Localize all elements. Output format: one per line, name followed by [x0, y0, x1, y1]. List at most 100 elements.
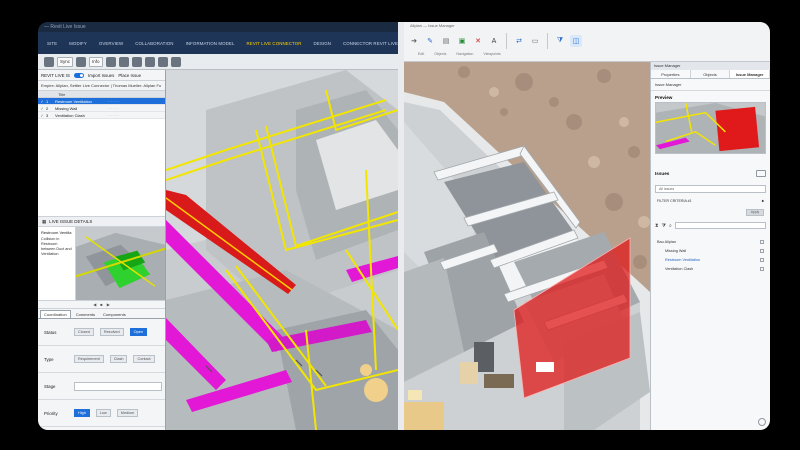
- status-open-option[interactable]: Open: [129, 328, 147, 336]
- priority-high-option[interactable]: High: [74, 409, 90, 417]
- left-3d-viewport[interactable]: [166, 70, 398, 430]
- tree-checkbox[interactable]: [760, 239, 764, 244]
- tab-issue-manager[interactable]: Issue Manager: [730, 70, 770, 78]
- tab-modify[interactable]: MODIFY: [64, 41, 92, 46]
- priority-low-option[interactable]: Low: [95, 409, 111, 417]
- stage-label: Stage: [44, 383, 56, 389]
- cube-icon[interactable]: [105, 56, 116, 67]
- tree-root[interactable]: Bau Allplan: [657, 237, 764, 246]
- issues-header: Issues: [651, 170, 770, 177]
- ribbon-tabs: SITE MODIFY OVERVIEW COLLABORATION INFOR…: [38, 32, 413, 54]
- tab-connector-revit-live[interactable]: CONNECTOR REVIT LIVE: [338, 41, 403, 46]
- live-issue-panel: REVIT LIVE IS Import Issues Place Issue …: [38, 70, 166, 430]
- filter-icon[interactable]: ⧩: [662, 223, 666, 229]
- right-toolbar: Allplan — Issue Manager ➔ ✎ ▤ ▣ ✕ A ⇄ ▭ …: [404, 22, 770, 62]
- toolbar-separator: [547, 33, 548, 49]
- tree-item[interactable]: Ventilation Clash: [657, 264, 764, 273]
- filter-criteria-label: FILTER CRITERIA #1: [657, 199, 692, 203]
- type-contact-option[interactable]: Contact: [133, 355, 155, 363]
- sync-button[interactable]: Sync: [57, 56, 74, 67]
- tab-information-model[interactable]: INFORMATION MODEL: [181, 41, 240, 46]
- view-icon[interactable]: [131, 56, 142, 67]
- issues-column-header: Title: [38, 91, 165, 98]
- tab-design[interactable]: DESIGN: [309, 41, 336, 46]
- filter-icon[interactable]: [157, 56, 168, 67]
- issue-detail-title: Restroom Ventila: [41, 230, 72, 235]
- detail-sub-tabs: Coordination Comments Components: [38, 309, 165, 319]
- group-navigation: Navigation: [456, 52, 474, 56]
- search-input[interactable]: [674, 222, 766, 229]
- delete-icon[interactable]: ✕: [472, 35, 484, 47]
- text-icon[interactable]: A: [488, 35, 500, 47]
- tree-checkbox[interactable]: [760, 266, 764, 271]
- toolbar-group-labels: Edit Objects Navigation Viewpoints: [404, 52, 770, 56]
- box-icon[interactable]: ▭: [529, 35, 541, 47]
- hourglass-icon[interactable]: ⧗: [655, 223, 659, 229]
- issue-manager-tabs: Properties Objects Issue Manager: [651, 70, 770, 79]
- info-button[interactable]: Info: [89, 56, 103, 67]
- type-clash-option[interactable]: Clash: [109, 355, 128, 363]
- status-resolved-option[interactable]: Resolved: [99, 328, 124, 336]
- preview-label: Preview: [655, 95, 673, 100]
- tree-item-label: Ventilation Clash: [665, 266, 694, 271]
- settings-icon[interactable]: [758, 418, 766, 426]
- apply-button[interactable]: Apply: [746, 209, 764, 216]
- live-toggle[interactable]: [73, 72, 84, 78]
- layers-icon[interactable]: [170, 56, 181, 67]
- issue-manager-title: Issue Manager: [651, 62, 770, 70]
- tree-item-label: Restroom Ventilation: [665, 257, 701, 262]
- tab-collaboration[interactable]: COLLABORATION: [130, 41, 178, 46]
- issue-row[interactable]: ✓ 2 Missing Wall ·····: [38, 105, 165, 112]
- details-icon: ▦: [42, 218, 47, 224]
- right-3d-viewport[interactable]: [404, 62, 650, 430]
- next-icon[interactable]: ▶: [107, 302, 110, 307]
- left-window-title: — Revit Live Issue: [38, 22, 398, 32]
- image-icon[interactable]: ▣: [456, 35, 468, 47]
- issue-preview-image: [655, 102, 766, 154]
- status-closed-option[interactable]: Closed: [74, 328, 94, 336]
- status-label: Status: [44, 329, 57, 335]
- tree-item[interactable]: Missing Wall: [657, 246, 764, 255]
- tab-overview[interactable]: OVERVIEW: [94, 41, 128, 46]
- panel-title: REVIT LIVE IS: [41, 72, 70, 78]
- tab-comments[interactable]: Comments: [73, 311, 98, 318]
- type-label: Type: [44, 356, 54, 362]
- screen-frame: — Revit Live Issue SITE MODIFY OVERVIEW …: [38, 22, 770, 430]
- camera-icon[interactable]: ◫: [570, 35, 582, 47]
- move-icon[interactable]: ⇄: [513, 35, 525, 47]
- place-issue-link[interactable]: Place Issue: [118, 73, 141, 78]
- issue-row[interactable]: ✓ 3 Ventilation Clash ·····: [38, 112, 165, 119]
- lock-icon[interactable]: ▤: [440, 35, 452, 47]
- issue-name: Missing Wall: [55, 105, 78, 111]
- camera-icon[interactable]: ■: [100, 302, 102, 307]
- pin-icon[interactable]: ⬥: [761, 199, 764, 203]
- select-icon[interactable]: ➔: [408, 35, 420, 47]
- issue-row[interactable]: ✓ 1 Restroom Ventilation ·····: [38, 98, 165, 105]
- tab-site[interactable]: SITE: [42, 41, 62, 46]
- issue-detail-text: Restroom Ventila Collision in Restroom b…: [38, 227, 76, 300]
- tree-checkbox[interactable]: [760, 257, 764, 262]
- tab-revit-live-connector[interactable]: REVIT LIVE CONNECTOR: [242, 41, 307, 46]
- refresh-icon[interactable]: [44, 56, 54, 67]
- import-issues-link[interactable]: Import Issues: [88, 73, 114, 78]
- toolbar-separator: [506, 33, 507, 49]
- prev-icon[interactable]: ◀: [93, 302, 96, 307]
- stage-input[interactable]: [74, 381, 162, 391]
- folder-icon[interactable]: [756, 170, 766, 177]
- tree-checkbox[interactable]: [760, 248, 764, 253]
- priority-medium-option[interactable]: Medium: [116, 409, 139, 417]
- tree-item-selected[interactable]: Restroom Ventilation: [657, 255, 764, 264]
- tab-coordination[interactable]: Coordination: [40, 310, 71, 318]
- tab-objects[interactable]: Objects: [691, 70, 731, 78]
- tab-properties[interactable]: Properties: [651, 70, 691, 78]
- pencil-icon[interactable]: ✎: [424, 35, 436, 47]
- filter-icon[interactable]: ⧩: [554, 35, 566, 47]
- left-application: — Revit Live Issue SITE MODIFY OVERVIEW …: [38, 22, 413, 430]
- issues-filter-select[interactable]: All issues: [655, 185, 766, 193]
- eye-icon[interactable]: [144, 56, 155, 67]
- cube-outline-icon[interactable]: [118, 56, 129, 67]
- tab-components[interactable]: Components: [100, 311, 129, 318]
- settings-icon[interactable]: [76, 56, 87, 67]
- search-icon[interactable]: ⌕: [669, 223, 672, 229]
- type-requirement-option[interactable]: Requirement: [74, 355, 104, 363]
